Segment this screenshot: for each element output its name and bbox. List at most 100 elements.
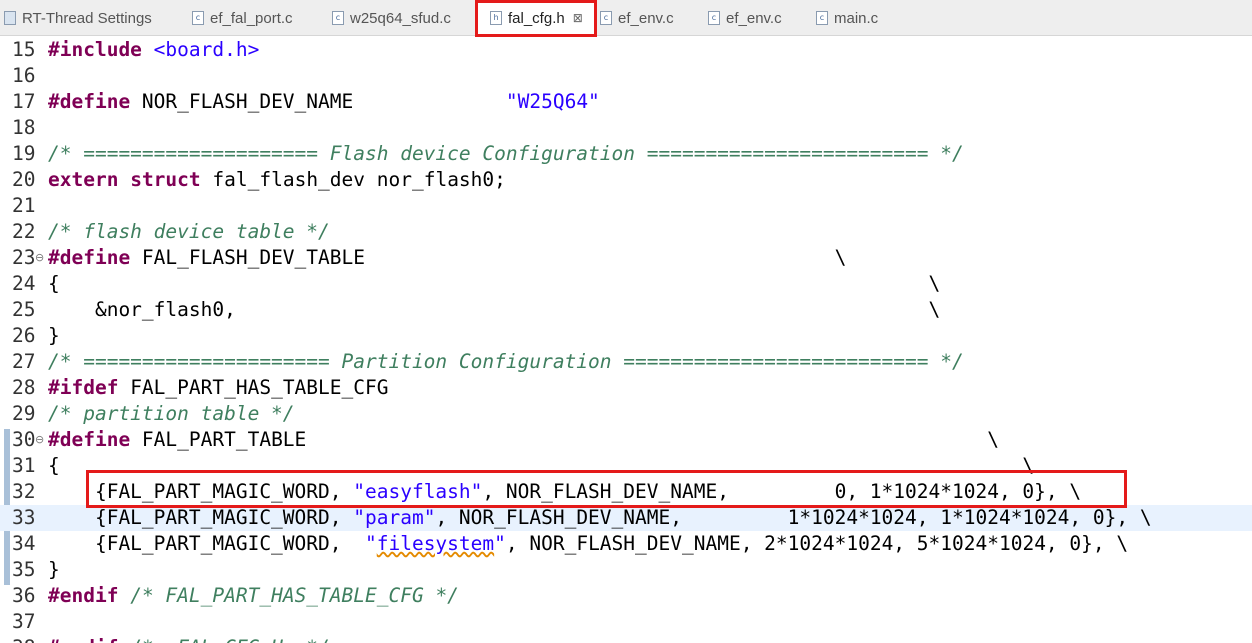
code-line[interactable]: 18 <box>0 115 1252 141</box>
tab-main[interactable]: c main.c <box>816 0 906 36</box>
line-number: 22 <box>12 220 36 243</box>
code-token: #define <box>48 90 131 113</box>
tab-label: ef_env.c <box>726 9 782 27</box>
code-token: {FAL_PART_MAGIC_WORD, <box>48 506 354 529</box>
code-token: #endif <box>48 584 119 607</box>
code-token: FAL_PART_HAS_TABLE_CFG <box>118 376 389 399</box>
code-text: extern struct fal_flash_dev nor_flash0; <box>48 167 506 193</box>
tab-label: main.c <box>834 9 879 27</box>
code-token: /* _FAL_CFG_H_ */ <box>130 636 330 643</box>
code-token: fal_flash_dev nor_flash0; <box>200 168 506 191</box>
code-line[interactable]: 24 { \ <box>0 271 1252 297</box>
line-number: 15 <box>12 38 36 61</box>
code-line[interactable]: 29 /* partition table */ <box>0 401 1252 427</box>
tab-w25q64-sfud[interactable]: c w25q64_sfud.c <box>332 0 472 36</box>
code-line[interactable]: 20 extern struct fal_flash_dev nor_flash0… <box>0 167 1252 193</box>
code-token: FAL_FLASH_DEV_TABLE \ <box>130 246 847 269</box>
code-text: #define FAL_FLASH_DEV_TABLE \ <box>48 245 846 271</box>
line-number: 21 <box>12 194 36 217</box>
c-file-icon: c <box>192 11 204 25</box>
code-line[interactable]: 23 ⊖ #define FAL_FLASH_DEV_TABLE \ <box>0 245 1252 271</box>
code-editor[interactable]: 15 #include <board.h> 16 17 #define NOR_FLAS… <box>0 37 1252 643</box>
code-line[interactable]: 35} <box>0 557 1252 583</box>
line-number: 35 <box>12 558 36 581</box>
code-line[interactable]: 26} <box>0 323 1252 349</box>
code-text: } <box>48 323 60 349</box>
code-text: { \ <box>48 271 940 297</box>
code-token: NOR_FLASH_DEV_NAME <box>130 90 506 113</box>
code-token: struct <box>130 168 201 191</box>
c-file-icon: c <box>332 11 344 25</box>
line-number: 16 <box>12 64 36 87</box>
code-token: " <box>364 532 377 555</box>
tab-ef-env-2[interactable]: c ef_env.c <box>708 0 812 36</box>
code-text: #endif /* _FAL_CFG_H_ */ <box>48 635 330 643</box>
code-line[interactable]: 25 &nor_flash0, \ <box>0 297 1252 323</box>
code-text: #define FAL_PART_TABLE \ <box>48 427 999 453</box>
code-line[interactable]: 22 /* flash device table */ <box>0 219 1252 245</box>
code-token: FAL_PART_TABLE \ <box>130 428 999 451</box>
code-text: #define NOR_FLASH_DEV_NAME "W25Q64" <box>48 89 600 115</box>
code-token: "param" <box>353 506 436 529</box>
code-token: { \ <box>48 272 941 295</box>
code-line[interactable]: 32 {FAL_PART_MAGIC_WORD, "easyflash", NO… <box>0 479 1252 505</box>
line-number: 26 <box>12 324 36 347</box>
code-text: {FAL_PART_MAGIC_WORD, "filesystem", NOR_… <box>48 531 1128 557</box>
code-token: {FAL_PART_MAGIC_WORD, <box>48 532 365 555</box>
line-number: 18 <box>12 116 36 139</box>
code-line[interactable]: 28 #ifdef FAL_PART_HAS_TABLE_CFG <box>0 375 1252 401</box>
c-file-icon: c <box>816 11 828 25</box>
tab-label: ef_env.c <box>618 9 674 27</box>
code-line[interactable]: 19 /* ==================== Flash device C… <box>0 141 1252 167</box>
code-text: { \ <box>48 453 1034 479</box>
tab-label: w25q64_sfud.c <box>350 9 451 27</box>
line-number: 27 <box>12 350 36 373</box>
code-token: , NOR_FLASH_DEV_NAME, 0, 1*1024*1024, 0}… <box>482 480 1082 503</box>
code-token: #define <box>48 246 131 269</box>
tab-ef-fal-port[interactable]: c ef_fal_port.c <box>192 0 332 36</box>
tab-ef-env-1[interactable]: c ef_env.c <box>600 0 704 36</box>
code-line[interactable]: 37 <box>0 609 1252 635</box>
code-line[interactable]: 38 #endif /* _FAL_CFG_H_ */ <box>0 635 1252 643</box>
code-text: } <box>48 557 60 583</box>
code-text: #ifdef FAL_PART_HAS_TABLE_CFG <box>48 375 388 401</box>
code-line[interactable]: 34 {FAL_PART_MAGIC_WORD, "filesystem", N… <box>0 531 1252 557</box>
line-number: 17 <box>12 90 36 113</box>
code-line[interactable]: 31 { \ <box>0 453 1252 479</box>
code-token: #include <box>48 38 142 61</box>
tab-rt-thread-settings[interactable]: RT-Thread Settings <box>4 0 184 36</box>
code-token: /* FAL_PART_HAS_TABLE_CFG */ <box>130 584 459 607</box>
code-line[interactable]: 15 #include <board.h> <box>0 37 1252 63</box>
code-token: /* ==================== Flash device Con… <box>48 142 964 165</box>
code-text: /* ===================== Partition Confi… <box>48 349 964 375</box>
code-token: } <box>48 324 60 347</box>
code-line[interactable]: 21 <box>0 193 1252 219</box>
code-text: {FAL_PART_MAGIC_WORD, "easyflash", NOR_F… <box>48 479 1081 505</box>
close-icon[interactable]: ⊠ <box>573 11 583 25</box>
line-number: 24 <box>12 272 36 295</box>
code-token: {FAL_PART_MAGIC_WORD, <box>48 480 354 503</box>
code-token: } <box>48 558 60 581</box>
code-line[interactable]: 30 ⊖ #define FAL_PART_TABLE \ <box>0 427 1252 453</box>
tab-fal-cfg[interactable]: h fal_cfg.h ⊠ <box>478 0 594 36</box>
editor-tab-bar: RT-Thread Settings c ef_fal_port.c c w25… <box>0 0 1252 36</box>
line-number: 19 <box>12 142 36 165</box>
code-token: #endif <box>48 636 118 643</box>
code-text: #endif /* FAL_PART_HAS_TABLE_CFG */ <box>48 583 459 609</box>
code-line[interactable]: 17 #define NOR_FLASH_DEV_NAME "W25Q64" <box>0 89 1252 115</box>
code-text: &nor_flash0, \ <box>48 297 940 323</box>
code-line[interactable]: 33 {FAL_PART_MAGIC_WORD, "param", NOR_FL… <box>0 505 1252 531</box>
code-line[interactable]: 36 #endif /* FAL_PART_HAS_TABLE_CFG */ <box>0 583 1252 609</box>
code-token: "W25Q64" <box>505 90 600 113</box>
code-token: filesystem <box>376 532 495 555</box>
code-token: &nor_flash0, \ <box>48 298 941 321</box>
code-line[interactable]: 16 <box>0 63 1252 89</box>
code-line[interactable]: 27 /* ===================== Partition Con… <box>0 349 1252 375</box>
tab-label: ef_fal_port.c <box>210 9 293 27</box>
code-token: , NOR_FLASH_DEV_NAME, 1*1024*1024, 1*102… <box>435 506 1152 529</box>
fold-toggle-icon[interactable]: ⊖ <box>35 245 44 271</box>
fold-toggle-icon[interactable]: ⊖ <box>35 427 44 453</box>
